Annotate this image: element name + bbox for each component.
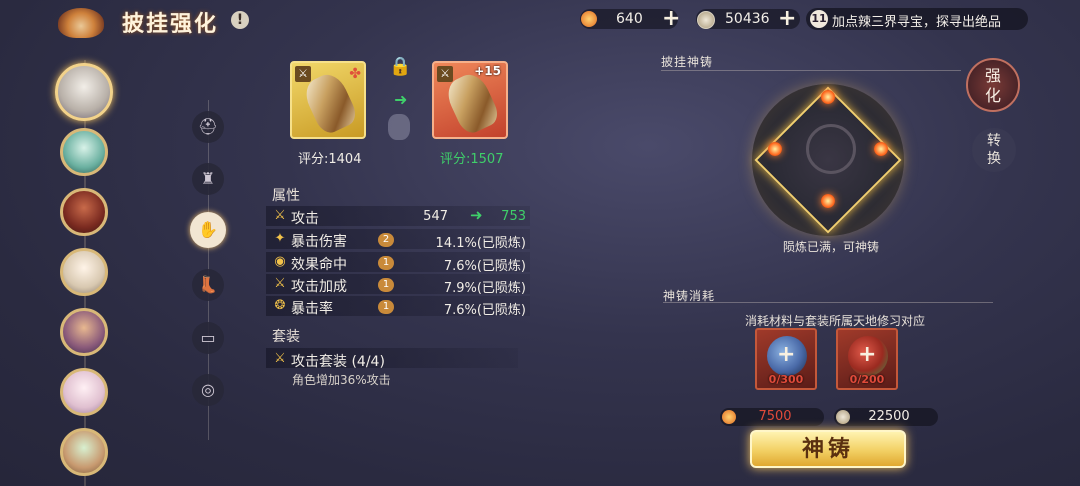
current-item-card[interactable]: ⚔ ✤ (290, 61, 366, 139)
boots-icon[interactable]: 👢 (192, 269, 224, 301)
forge-ring (806, 124, 856, 174)
tab-strengthen[interactable]: 强化 (966, 58, 1020, 112)
set-title: 套装 (272, 329, 300, 345)
attribute-name: 暴击率 (291, 301, 333, 317)
crit-damage-icon: ✦ (274, 231, 286, 246)
arrow-right-icon: ➜ (470, 206, 483, 224)
add-material-icon: + (777, 342, 796, 367)
material-count: 0/300 (768, 373, 804, 386)
attribute-name: 攻击 (291, 211, 319, 227)
page-title: 披挂强化 (122, 11, 219, 37)
cost-subtitle: 消耗材料与套装所属天地修习对应 (744, 314, 925, 328)
refine-badge: 1 (378, 278, 394, 292)
forge-node-bottom (821, 194, 835, 208)
avatar[interactable] (60, 308, 108, 356)
armor-icon[interactable]: ♜ (192, 163, 224, 195)
attribute-value-from: 547 (423, 209, 448, 224)
material-slot[interactable]: + 0/200 (836, 328, 898, 390)
arrow-right-icon: ➜ (394, 90, 408, 109)
gold-ingot-value: 640 (616, 11, 643, 27)
coin-icon (697, 11, 715, 29)
forge-node-left (768, 142, 782, 156)
current-score: 评分:1404 (298, 152, 362, 167)
avatar[interactable] (60, 368, 108, 416)
sword-icon: ⚔ (274, 351, 286, 366)
set-effect: 角色增加36%攻击 (292, 373, 391, 387)
divider (663, 302, 993, 303)
forge-status: 陨炼已满，可神铸 (782, 240, 879, 254)
belt-icon[interactable]: ▭ (192, 322, 224, 354)
upgraded-score: 评分:1507 (440, 152, 504, 167)
accuracy-icon: ◉ (274, 254, 286, 269)
gold-ingot-icon (581, 11, 597, 27)
avatar[interactable] (55, 63, 113, 121)
game-logo (58, 8, 104, 38)
forge-button[interactable]: 神铸 (750, 430, 906, 468)
avatar[interactable] (60, 428, 108, 476)
attribute-name: 暴击伤害 (291, 234, 347, 250)
attribute-name: 攻击加成 (291, 279, 347, 295)
sword-tag-icon: ⚔ (437, 66, 453, 82)
refine-badge: 2 (378, 233, 394, 247)
crit-rate-icon: ❂ (274, 298, 286, 313)
gold-cost-value: 7500 (758, 409, 792, 424)
helmet-icon[interactable]: ⛑ (192, 111, 224, 143)
sword-tag-icon: ⚔ (295, 66, 311, 82)
avatar[interactable] (60, 248, 108, 296)
gold-ingot-icon (722, 410, 736, 424)
attribute-value: 14.1%(已陨炼) (435, 236, 526, 251)
attribute-name: 效果命中 (291, 257, 347, 273)
refine-badge: 1 (378, 300, 394, 314)
attribute-value: 7.9%(已陨炼) (443, 281, 526, 296)
material-count: 0/200 (849, 373, 885, 386)
sword-icon: ⚔ (274, 208, 286, 223)
coin-icon (836, 410, 850, 424)
gauntlet-icon[interactable]: ✋ (190, 212, 226, 248)
hint-text: 加点辣三界寻宝，探寻出绝品 (832, 15, 1002, 30)
item-level: +15 (474, 64, 501, 78)
attributes-title: 属性 (272, 188, 300, 204)
material-slot[interactable]: + 0/300 (755, 328, 817, 390)
attribute-value-to: 753 (501, 209, 526, 224)
forge-node-right (874, 142, 888, 156)
tab-convert[interactable]: 转换 (972, 128, 1016, 172)
forge-node-top (821, 90, 835, 104)
upgraded-item-card[interactable]: ⚔ +15 (432, 61, 508, 139)
refine-badge: 1 (378, 256, 394, 270)
help-button[interactable]: ! (231, 11, 249, 29)
tab-convert-label: 转换 (987, 133, 1001, 167)
coin-value: 50436 (725, 11, 770, 27)
forge-panel-title: 披挂神铸 (661, 55, 714, 69)
tab-strengthen-label: 强化 (984, 66, 1001, 105)
divider (661, 70, 961, 71)
add-coin-button[interactable]: + (778, 6, 796, 31)
lock-icon[interactable]: 🔒 (389, 56, 411, 77)
coin-cost-value: 22500 (868, 409, 910, 424)
attribute-value: 7.6%(已陨炼) (443, 303, 526, 318)
ghost-icon (388, 114, 410, 140)
ring-icon[interactable]: ◎ (192, 374, 224, 406)
add-material-icon: + (858, 342, 877, 367)
avatar[interactable] (60, 188, 108, 236)
attack-bonus-icon: ⚔ (274, 276, 286, 291)
set-name: 攻击套装 (4/4) (291, 354, 385, 370)
hint-badge: 11 (810, 10, 828, 28)
attribute-value: 7.6%(已陨炼) (443, 259, 526, 274)
clover-icon: ✤ (349, 66, 361, 82)
add-gold-ingot-button[interactable]: + (662, 6, 680, 31)
avatar[interactable] (60, 128, 108, 176)
